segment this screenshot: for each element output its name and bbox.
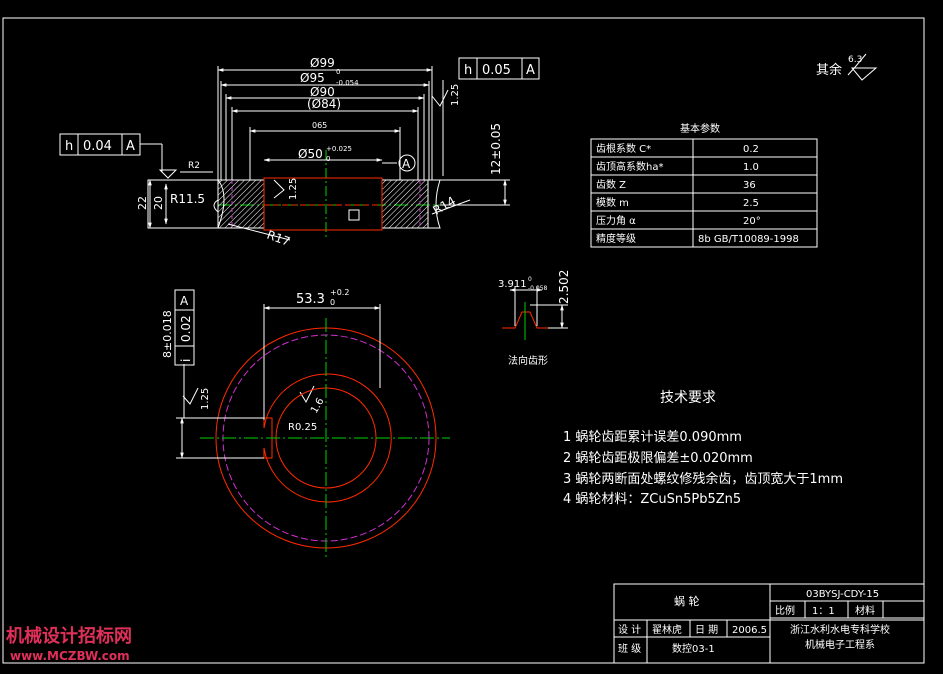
param-value: 8b GB/T10089-1998 (698, 234, 799, 245)
drawing-frame (2, 17, 925, 664)
dim-r14: R14 (431, 194, 458, 218)
tolerance-frame-top: h 0.05 A (458, 57, 540, 80)
dim-r11-5: R11.5 (170, 192, 205, 206)
dim-d95: Ø95 (300, 71, 325, 85)
tb-part: 蜗 轮 (674, 594, 700, 608)
tb-dept: 机械电子工程系 (805, 638, 875, 651)
tolerance-frame-left: h 0.04 A (59, 133, 163, 172)
watermark-line1: 机械设计招标网 (6, 625, 132, 647)
dim-d65: 065 (312, 121, 327, 130)
svg-text:h: h (464, 63, 472, 78)
param-value: 36 (743, 180, 756, 191)
tb-class-label: 班 级 (618, 643, 641, 655)
tech-item-3: 3 蜗轮两断面处螺纹修残余齿，齿顶宽大于1mm (563, 471, 843, 487)
dim-key-tol: 8±0.018 (161, 310, 174, 358)
param-value: 1.0 (743, 162, 759, 173)
dim-d84: (Ø84) (307, 97, 341, 111)
param-name: 齿顶高系数ha* (596, 160, 663, 173)
dim-d95-tol-lower: -0.054 (336, 79, 359, 87)
svg-text:A: A (526, 63, 535, 78)
params-table: 齿根系数 C* 0.2 齿顶高系数ha* 1.0 齿数 Z 36 模数 m 2.5 压力角 α 2… (590, 138, 818, 248)
tb-date: 2006.5 (732, 625, 767, 636)
dim-d50-tol-lower: 0 (326, 155, 330, 163)
tb-date-label: 日 期 (695, 624, 718, 636)
watermark-line2: www.MCZBW.com (10, 649, 130, 663)
rough-side: 1.25 (200, 388, 211, 410)
rough-top: 1.25 (450, 84, 461, 106)
param-name: 精度等级 (596, 232, 636, 245)
param-value: 0.2 (743, 144, 759, 155)
dim-r17: R17 (265, 228, 292, 249)
tolerance-frame-side: A 0.02 i (174, 289, 195, 366)
tb-scale: 1：1 (812, 606, 835, 617)
tooth-label: 法向齿形 (508, 354, 548, 367)
datum-a-label: A (402, 157, 411, 171)
tb-design-label: 设 计 (618, 623, 641, 636)
surface-note-label: 其余 (816, 62, 842, 78)
svg-text:0.02: 0.02 (179, 315, 193, 342)
dim-h12: 12±0.05 (489, 123, 503, 175)
tooth-width: 3.911 (498, 279, 527, 290)
tb-class: 数控03-1 (672, 642, 715, 655)
param-value: 20° (743, 216, 761, 227)
tech-item-4: 4 蜗轮材料：ZCuSn5Pb5Zn5 (563, 491, 741, 507)
svg-text:A: A (180, 294, 189, 308)
svg-text:0.04: 0.04 (83, 139, 112, 154)
dim-r0-25: R0.25 (288, 422, 317, 433)
param-value: 2.5 (743, 198, 759, 209)
svg-text:h: h (65, 139, 73, 154)
params-title: 基本参数 (680, 122, 720, 135)
tb-material-label: 材料 (855, 604, 875, 617)
tech-item-1: 1 蜗轮齿距累计误差0.090mm (563, 429, 742, 445)
rough-key: 1.6 (309, 396, 326, 415)
dim-r2: R2 (188, 161, 200, 171)
dim-key-width: 53.3 (296, 292, 325, 307)
param-name: 齿根系数 C* (596, 142, 651, 155)
param-name: 齿数 Z (596, 178, 626, 191)
surface-note-value: 6.3 (848, 55, 862, 65)
tooth-width-tol-upper: 0 (528, 276, 532, 283)
tooth-height: 2.502 (557, 270, 571, 304)
dim-d50-tol-upper: +0.025 (326, 145, 352, 153)
dim-h22: 22 (136, 196, 149, 210)
tech-item-2: 2 蜗轮齿距极限偏差±0.020mm (563, 450, 753, 466)
dim-key-tol-lower: 0 (330, 298, 335, 307)
svg-text:i: i (179, 359, 193, 362)
param-name: 模数 m (596, 196, 629, 209)
cad-drawing: Ø99 Ø95 0 -0.054 Ø90 (Ø84) 065 Ø50 +0.02… (2, 17, 925, 664)
dim-d50: Ø50 (298, 147, 323, 161)
svg-text:A: A (126, 139, 135, 154)
tech-title: 技术要求 (660, 390, 716, 406)
dim-d95-tol-upper: 0 (336, 68, 340, 76)
tb-designer: 翟林虎 (652, 623, 682, 636)
dim-h20: 20 (152, 196, 165, 210)
dim-key-tol-upper: +0.2 (330, 288, 349, 297)
svg-text:0.05: 0.05 (482, 63, 511, 78)
rough-bore: 1.25 (288, 178, 299, 200)
tooth-width-tol-lower: -0.058 (528, 285, 548, 292)
tb-school: 浙江水利水电专科学校 (790, 623, 890, 636)
tb-scale-label: 比例 (775, 604, 795, 617)
param-name: 压力角 α (596, 214, 636, 227)
tb-code: 03BYSJ-CDY-15 (806, 589, 879, 600)
dim-d99: Ø99 (310, 56, 335, 70)
